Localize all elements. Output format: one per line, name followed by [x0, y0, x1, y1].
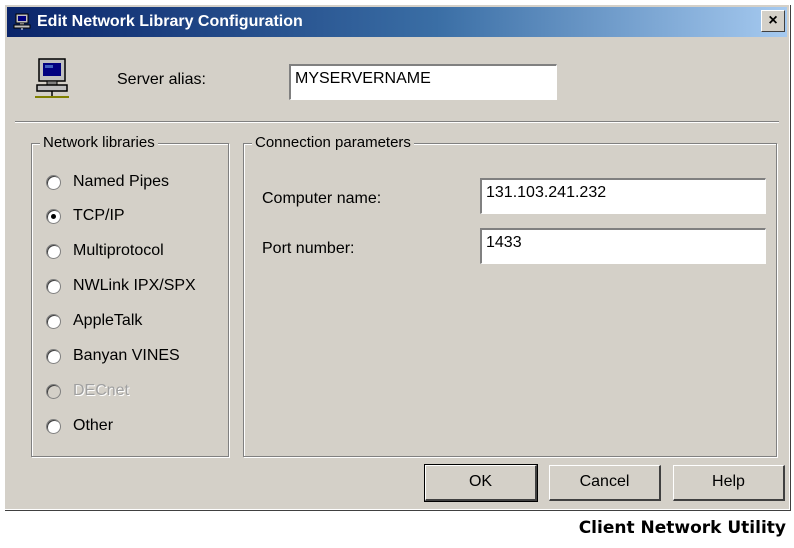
- radio-button[interactable]: [46, 418, 61, 434]
- radio-named-pipes[interactable]: Named Pipes: [46, 170, 169, 194]
- radio-decnet: DECnet: [46, 379, 129, 403]
- cancel-button[interactable]: Cancel: [549, 465, 661, 501]
- separator: [15, 121, 779, 123]
- computer-icon: [35, 58, 69, 98]
- radio-banyan-vines[interactable]: Banyan VINES: [46, 344, 180, 368]
- radio-button[interactable]: [46, 313, 61, 329]
- network-libraries-group: Network libraries Named Pipes TCP/IP Mul…: [31, 134, 229, 457]
- port-number-input[interactable]: 1433: [480, 228, 766, 264]
- radio-label: Other: [73, 417, 114, 434]
- radio-button[interactable]: [46, 243, 61, 259]
- title-bar: Edit Network Library Configuration ×: [7, 7, 787, 37]
- radio-button[interactable]: [46, 278, 61, 294]
- ok-button[interactable]: OK: [424, 464, 538, 502]
- radio-button[interactable]: [46, 208, 61, 224]
- radio-label: Banyan VINES: [73, 347, 180, 364]
- radio-button[interactable]: [46, 174, 61, 190]
- network-computer-icon: [13, 13, 31, 30]
- radio-label: TCP/IP: [73, 207, 125, 224]
- edit-network-library-dialog: Edit Network Library Configuration × Ser…: [4, 4, 790, 510]
- close-button[interactable]: ×: [761, 10, 785, 32]
- radio-label: AppleTalk: [73, 312, 143, 329]
- radio-label: NWLink IPX/SPX: [73, 277, 196, 294]
- radio-tcp-ip[interactable]: TCP/IP: [46, 204, 125, 228]
- radio-button: [46, 383, 61, 399]
- radio-multiprotocol[interactable]: Multiprotocol: [46, 239, 164, 263]
- server-alias-input[interactable]: MYSERVERNAME: [289, 64, 557, 100]
- network-libraries-title: Network libraries: [40, 134, 158, 151]
- radio-label: Named Pipes: [73, 173, 170, 190]
- port-number-label: Port number:: [262, 240, 355, 257]
- radio-label: DECnet: [73, 382, 130, 399]
- window-title: Edit Network Library Configuration: [37, 13, 303, 30]
- computer-name-label: Computer name:: [262, 190, 382, 207]
- radio-button[interactable]: [46, 348, 61, 364]
- radio-other[interactable]: Other: [46, 414, 113, 438]
- connection-parameters-title: Connection parameters: [252, 134, 414, 151]
- radio-label: Multiprotocol: [73, 242, 164, 259]
- server-alias-label: Server alias:: [117, 71, 206, 88]
- help-button[interactable]: Help: [673, 465, 785, 501]
- figure-caption: Client Network Utility: [578, 518, 786, 538]
- radio-nwlink-ipx-spx[interactable]: NWLink IPX/SPX: [46, 274, 196, 298]
- computer-name-input[interactable]: 131.103.241.232: [480, 178, 766, 214]
- radio-appletalk[interactable]: AppleTalk: [46, 309, 142, 333]
- connection-parameters-group: Connection parameters Computer name: 131…: [243, 134, 777, 457]
